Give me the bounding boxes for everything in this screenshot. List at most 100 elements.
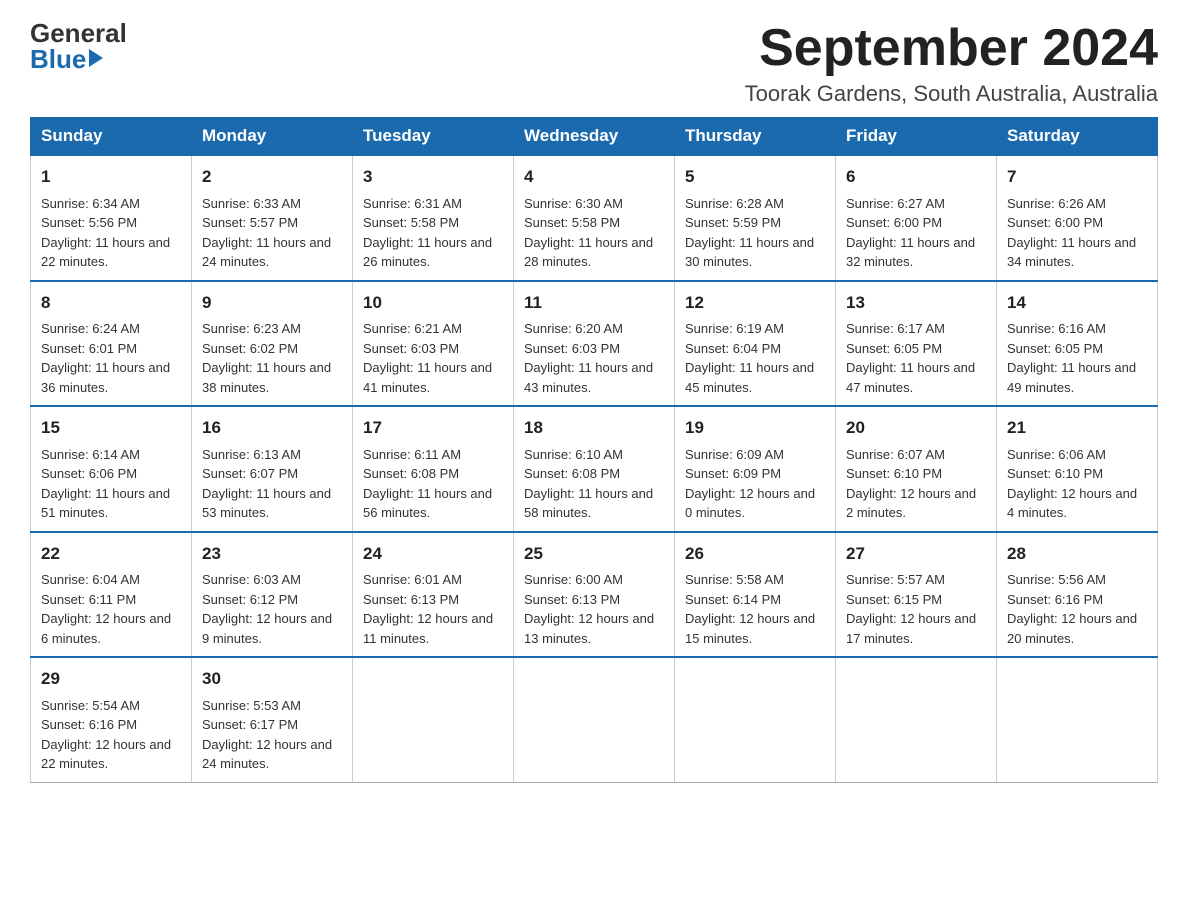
sunset-text: Sunset: 5:59 PM <box>685 215 781 230</box>
daylight-text: Daylight: 12 hours and 24 minutes. <box>202 737 332 772</box>
sunrise-text: Sunrise: 6:11 AM <box>363 447 461 462</box>
sunrise-text: Sunrise: 6:14 AM <box>41 447 140 462</box>
sunrise-text: Sunrise: 6:03 AM <box>202 572 301 587</box>
day-number: 25 <box>524 541 664 567</box>
header-friday: Friday <box>836 118 997 156</box>
daylight-text: Daylight: 12 hours and 13 minutes. <box>524 611 654 646</box>
day-number: 21 <box>1007 415 1147 441</box>
day-number: 24 <box>363 541 503 567</box>
daylight-text: Daylight: 11 hours and 34 minutes. <box>1007 235 1136 270</box>
sunset-text: Sunset: 6:10 PM <box>846 466 942 481</box>
calendar-cell: 21Sunrise: 6:06 AMSunset: 6:10 PMDayligh… <box>997 406 1158 532</box>
daylight-text: Daylight: 12 hours and 20 minutes. <box>1007 611 1137 646</box>
sunrise-text: Sunrise: 5:53 AM <box>202 698 301 713</box>
day-number: 10 <box>363 290 503 316</box>
sunset-text: Sunset: 5:58 PM <box>524 215 620 230</box>
sunrise-text: Sunrise: 6:34 AM <box>41 196 140 211</box>
calendar-cell: 13Sunrise: 6:17 AMSunset: 6:05 PMDayligh… <box>836 281 997 407</box>
header-saturday: Saturday <box>997 118 1158 156</box>
header-thursday: Thursday <box>675 118 836 156</box>
daylight-text: Daylight: 12 hours and 22 minutes. <box>41 737 171 772</box>
sunrise-text: Sunrise: 6:23 AM <box>202 321 301 336</box>
calendar-cell: 24Sunrise: 6:01 AMSunset: 6:13 PMDayligh… <box>353 532 514 658</box>
sunrise-text: Sunrise: 6:26 AM <box>1007 196 1106 211</box>
day-number: 22 <box>41 541 181 567</box>
sunset-text: Sunset: 6:07 PM <box>202 466 298 481</box>
calendar-cell <box>836 657 997 782</box>
sunset-text: Sunset: 6:01 PM <box>41 341 137 356</box>
sunset-text: Sunset: 6:14 PM <box>685 592 781 607</box>
header: General Blue September 2024 Toorak Garde… <box>30 20 1158 107</box>
calendar-cell: 11Sunrise: 6:20 AMSunset: 6:03 PMDayligh… <box>514 281 675 407</box>
calendar-cell: 26 Sunrise: 5:58 AM Sunset: 6:14 PM Dayligh… <box>675 532 836 658</box>
sunrise-text: Sunrise: 6:06 AM <box>1007 447 1106 462</box>
calendar-cell: 4Sunrise: 6:30 AMSunset: 5:58 PMDaylight… <box>514 155 675 281</box>
daylight-text: Daylight: 12 hours and 15 minutes. <box>685 611 815 646</box>
day-number: 8 <box>41 290 181 316</box>
day-number: 14 <box>1007 290 1147 316</box>
daylight-text: Daylight: 12 hours and 2 minutes. <box>846 486 976 521</box>
header-row: Sunday Monday Tuesday Wednesday Thursday… <box>31 118 1158 156</box>
day-number: 18 <box>524 415 664 441</box>
header-tuesday: Tuesday <box>353 118 514 156</box>
sunset-text: Sunset: 6:08 PM <box>524 466 620 481</box>
sunset-text: Sunset: 6:03 PM <box>363 341 459 356</box>
calendar-cell: 18 Sunrise: 6:10 AM Sunset: 6:08 PM Dayligh… <box>514 406 675 532</box>
calendar-cell: 23Sunrise: 6:03 AMSunset: 6:12 PMDayligh… <box>192 532 353 658</box>
calendar-cell: 12Sunrise: 6:19 AMSunset: 6:04 PMDayligh… <box>675 281 836 407</box>
sunset-text: Sunset: 5:58 PM <box>363 215 459 230</box>
calendar-cell: 14Sunrise: 6:16 AMSunset: 6:05 PMDayligh… <box>997 281 1158 407</box>
sunrise-text: Sunrise: 6:27 AM <box>846 196 945 211</box>
daylight-text: Daylight: 11 hours and 38 minutes. <box>202 360 331 395</box>
day-number: 4 <box>524 164 664 190</box>
logo-arrow-icon <box>89 49 103 67</box>
location-subtitle: Toorak Gardens, South Australia, Austral… <box>745 81 1158 107</box>
day-number: 30 <box>202 666 342 692</box>
day-number: 17 <box>363 415 503 441</box>
week-row-3: 15Sunrise: 6:14 AMSunset: 6:06 PMDayligh… <box>31 406 1158 532</box>
sunset-text: Sunset: 6:04 PM <box>685 341 781 356</box>
daylight-text: Daylight: 12 hours and 6 minutes. <box>41 611 171 646</box>
daylight-text: Daylight: 11 hours and 49 minutes. <box>1007 360 1136 395</box>
day-number: 26 <box>685 541 825 567</box>
sunrise-text: Sunrise: 5:56 AM <box>1007 572 1106 587</box>
calendar-cell: 10Sunrise: 6:21 AMSunset: 6:03 PMDayligh… <box>353 281 514 407</box>
calendar-cell: 25Sunrise: 6:00 AMSunset: 6:13 PMDayligh… <box>514 532 675 658</box>
sunrise-text: Sunrise: 6:33 AM <box>202 196 301 211</box>
calendar-cell: 28Sunrise: 5:56 AMSunset: 6:16 PMDayligh… <box>997 532 1158 658</box>
week-row-5: 29Sunrise: 5:54 AMSunset: 6:16 PMDayligh… <box>31 657 1158 782</box>
daylight-text: Daylight: 12 hours and 11 minutes. <box>363 611 493 646</box>
sunset-text: Sunset: 6:05 PM <box>846 341 942 356</box>
calendar-cell <box>675 657 836 782</box>
day-number: 1 <box>41 164 181 190</box>
sunrise-text: Sunrise: 6:19 AM <box>685 321 784 336</box>
day-number: 2 <box>202 164 342 190</box>
sunrise-text: Sunrise: 6:30 AM <box>524 196 623 211</box>
sunset-text: Sunset: 6:00 PM <box>1007 215 1103 230</box>
sunrise-text: Sunrise: 6:17 AM <box>846 321 945 336</box>
calendar-cell: 7Sunrise: 6:26 AMSunset: 6:00 PMDaylight… <box>997 155 1158 281</box>
daylight-text: Daylight: 12 hours and 9 minutes. <box>202 611 332 646</box>
sunrise-text: Sunrise: 5:58 AM <box>685 572 784 587</box>
day-number: 3 <box>363 164 503 190</box>
sunset-text: Sunset: 6:12 PM <box>202 592 298 607</box>
sunrise-text: Sunrise: 6:10 AM <box>524 447 623 462</box>
sunset-text: Sunset: 6:13 PM <box>524 592 620 607</box>
calendar-cell: 29Sunrise: 5:54 AMSunset: 6:16 PMDayligh… <box>31 657 192 782</box>
calendar-cell: 19Sunrise: 6:09 AMSunset: 6:09 PMDayligh… <box>675 406 836 532</box>
calendar-cell: 9Sunrise: 6:23 AMSunset: 6:02 PMDaylight… <box>192 281 353 407</box>
calendar-cell <box>514 657 675 782</box>
sunset-text: Sunset: 6:16 PM <box>41 717 137 732</box>
logo-blue-text: Blue <box>30 46 86 72</box>
day-number: 27 <box>846 541 986 567</box>
daylight-text: Daylight: 11 hours and 26 minutes. <box>363 235 492 270</box>
day-number: 16 <box>202 415 342 441</box>
daylight-text: Daylight: 11 hours and 58 minutes. <box>524 486 653 521</box>
sunset-text: Sunset: 6:16 PM <box>1007 592 1103 607</box>
sunset-text: Sunset: 6:00 PM <box>846 215 942 230</box>
daylight-text: Daylight: 11 hours and 30 minutes. <box>685 235 814 270</box>
daylight-text: Daylight: 11 hours and 43 minutes. <box>524 360 653 395</box>
daylight-text: Daylight: 12 hours and 17 minutes. <box>846 611 976 646</box>
sunrise-text: Sunrise: 5:57 AM <box>846 572 945 587</box>
calendar-cell: 27Sunrise: 5:57 AMSunset: 6:15 PMDayligh… <box>836 532 997 658</box>
